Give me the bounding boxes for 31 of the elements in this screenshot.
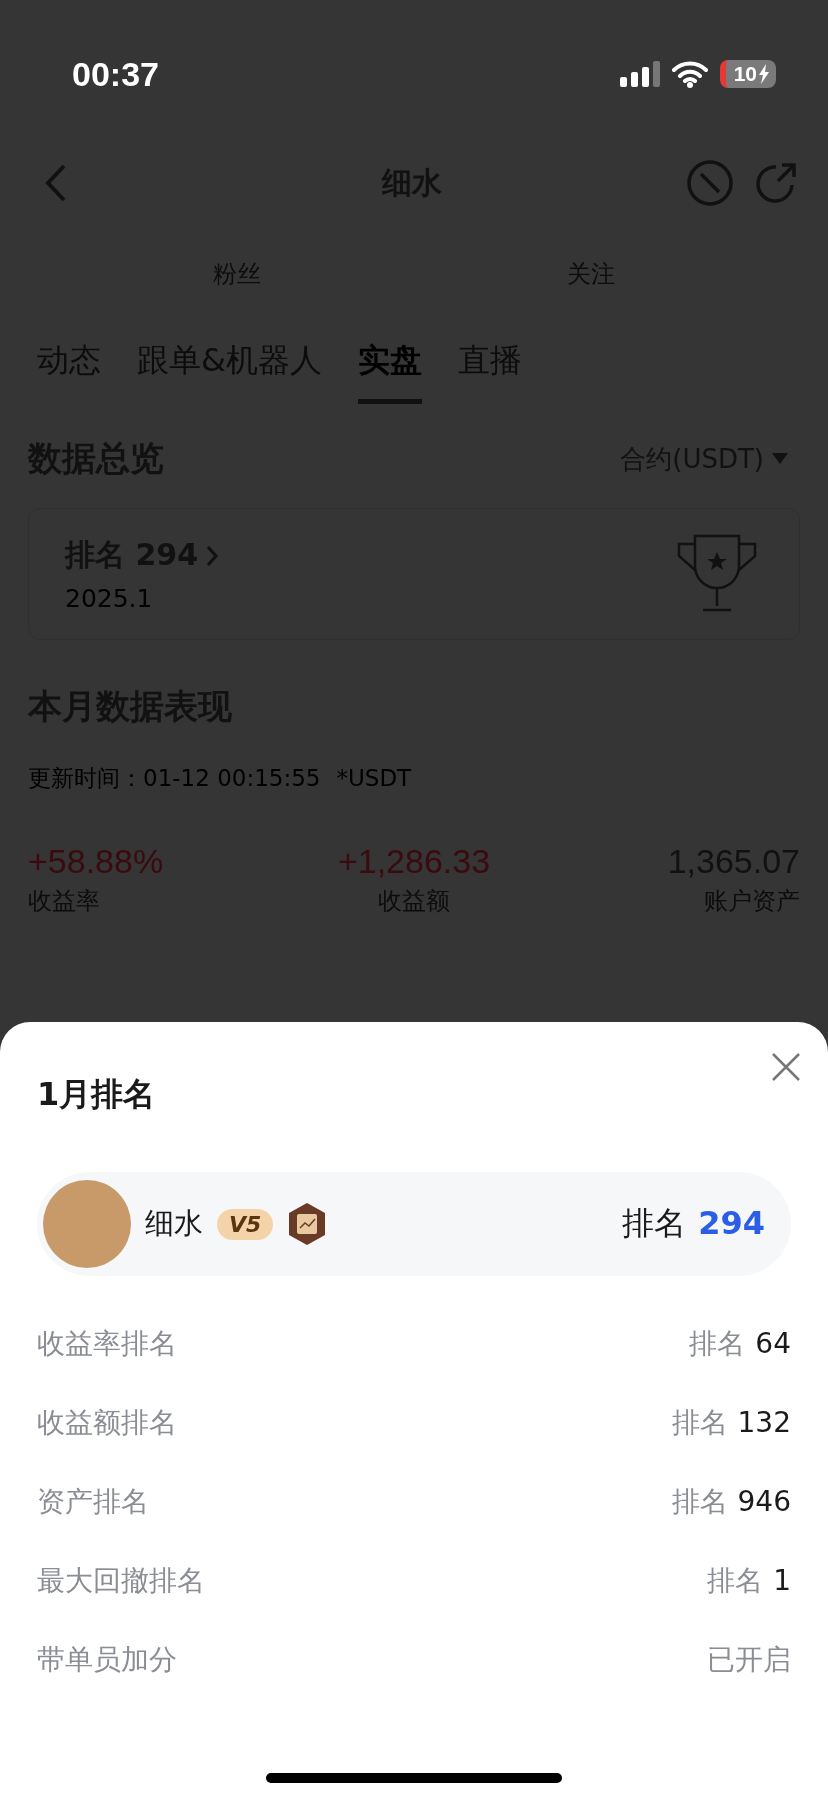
rank-prefix: 排名 xyxy=(671,1404,728,1441)
signal-icon xyxy=(619,61,660,87)
back-icon[interactable] xyxy=(44,163,68,203)
battery-indicator: 10 xyxy=(719,60,776,88)
rank-label: 排名 xyxy=(622,1203,687,1244)
sheet-title: 1月排名 xyxy=(37,1074,156,1115)
close-button[interactable] xyxy=(771,1052,801,1082)
row-label: 收益额排名 xyxy=(37,1404,177,1441)
share-icon[interactable] xyxy=(754,161,798,205)
medal-icon xyxy=(287,1202,328,1246)
row-label: 收益率排名 xyxy=(37,1325,177,1362)
block-icon[interactable] xyxy=(686,159,734,207)
caret-icon xyxy=(772,453,788,465)
user-name: 细水 xyxy=(145,1205,203,1242)
rank-number: 946 xyxy=(737,1484,791,1518)
vip-badge: V5 xyxy=(217,1208,274,1240)
row-label: 最大回撤排名 xyxy=(37,1562,205,1599)
clock-time: 00:37 xyxy=(72,54,159,94)
row-label: 资产排名 xyxy=(37,1483,149,1520)
trophy-icon xyxy=(675,534,759,614)
chevron-right-icon xyxy=(206,544,219,567)
rank-number: 1 xyxy=(773,1563,791,1597)
rank-prefix: 排名 xyxy=(689,1325,746,1362)
rank-number: 132 xyxy=(737,1405,791,1439)
rank-value: 294 xyxy=(698,1204,765,1242)
row-label: 带单员加分 xyxy=(37,1641,177,1678)
rank-number: 64 xyxy=(755,1326,791,1360)
rank-prefix: 排名 xyxy=(707,1562,764,1599)
status-value: 已开启 xyxy=(707,1641,791,1678)
rank-prefix: 排名 xyxy=(671,1483,728,1520)
wifi-icon xyxy=(671,60,708,88)
